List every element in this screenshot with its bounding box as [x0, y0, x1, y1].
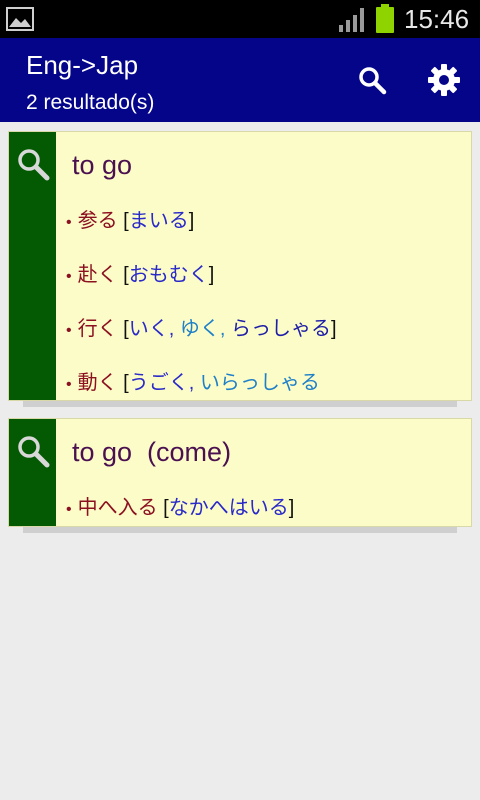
- gear-icon: [428, 64, 460, 96]
- image-thumbnail-icon: [6, 7, 34, 31]
- search-button[interactable]: [350, 58, 394, 102]
- kanji: 中へ入る: [77, 497, 158, 519]
- reading: いく: [128, 318, 169, 340]
- search-icon: [18, 436, 50, 468]
- clock: 15:46: [404, 4, 470, 34]
- kanji: 参る: [77, 210, 118, 232]
- app-title: Eng->Jap: [26, 50, 139, 80]
- reading: まいる: [128, 210, 189, 232]
- translation-item: • 赴く [おもむく]: [66, 264, 215, 286]
- status-bar: 15:46: [0, 0, 480, 38]
- translation-item: • 中へ入る [なかへはいる]: [66, 497, 295, 519]
- settings-button[interactable]: [422, 58, 466, 102]
- battery-icon: [376, 4, 394, 33]
- reading: なかへはいる: [168, 497, 289, 519]
- reading: らっしゃる: [230, 318, 331, 340]
- bullet: •: [66, 268, 72, 285]
- kanji: 赴く: [77, 264, 118, 286]
- card-side-bar: [9, 419, 56, 526]
- reading: ゆく: [179, 318, 220, 340]
- bullet: •: [66, 501, 72, 518]
- bullet: •: [66, 376, 72, 393]
- kanji: 行く: [77, 318, 118, 340]
- result-card[interactable]: to go (come) • 中へ入る [なかへはいる]: [8, 418, 472, 533]
- bullet: •: [66, 214, 72, 231]
- reading: おもむく: [128, 264, 209, 286]
- app-bar: Eng->Jap 2 resultado(s): [0, 38, 480, 122]
- translation-item: • 動く [うごく, いらっしゃる: [66, 372, 320, 394]
- card-shadow: [23, 401, 457, 407]
- result-count: 2 resultado(s): [26, 91, 155, 114]
- translation-item: • 参る [まいる]: [66, 210, 195, 232]
- card-shadow: [23, 527, 457, 533]
- result-card[interactable]: to go • 参る [まいる] • 赴く [おもむく] • 行く [いく, ゆく, …: [8, 131, 472, 407]
- bullet: •: [66, 322, 72, 339]
- card-side-bar: [9, 132, 56, 400]
- kanji: 動く: [77, 372, 118, 394]
- result-word: to go (come): [72, 437, 232, 467]
- reading: いらっしゃる: [199, 372, 320, 394]
- reading: うごく: [128, 372, 189, 394]
- result-word: to go: [72, 150, 133, 180]
- search-icon: [18, 149, 50, 181]
- search-icon: [359, 67, 387, 95]
- signal-icon: [339, 8, 364, 32]
- translation-item: • 行く [いく, ゆく, らっしゃる]: [66, 318, 337, 340]
